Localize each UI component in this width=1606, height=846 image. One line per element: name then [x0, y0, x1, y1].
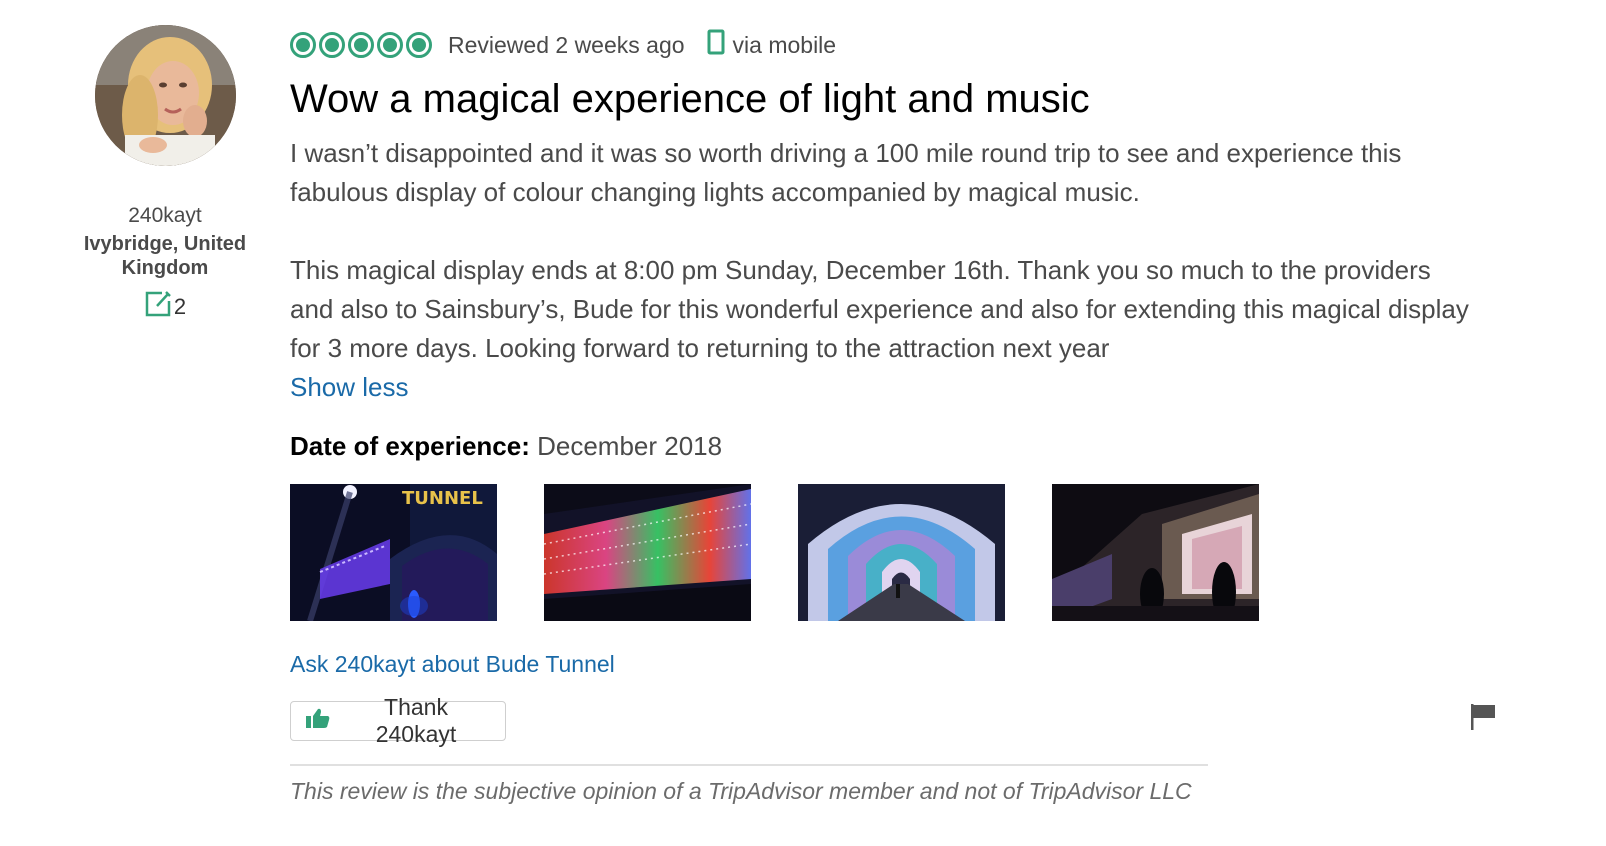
contribution-number: 2	[173, 294, 187, 319]
report-flag-icon[interactable]	[1470, 703, 1496, 736]
review-meta: Reviewed 2 weeks ago via mobile	[290, 28, 1470, 62]
date-of-experience: Date of experience: December 2018	[290, 429, 1470, 463]
review-photos: TUNNEL	[290, 484, 1470, 621]
review-photo-store-night[interactable]	[1052, 484, 1259, 621]
rating-bubble-icon	[377, 32, 403, 58]
mobile-phone-icon	[707, 29, 725, 61]
divider	[290, 764, 1208, 766]
review-photo-tunnel-entrance[interactable]: TUNNEL	[290, 484, 497, 621]
date-of-experience-label: Date of experience:	[290, 431, 530, 461]
reviewed-date: Reviewed 2 weeks ago	[448, 31, 685, 58]
rating-bubble-icon	[348, 32, 374, 58]
member-username[interactable]: 240kayt	[60, 204, 270, 228]
avatar[interactable]	[94, 25, 236, 166]
review-photo-inside-tunnel[interactable]	[798, 484, 1005, 621]
rating-bubble-icon	[319, 32, 345, 58]
review-paragraph: I wasn’t disappointed and it was so wort…	[290, 138, 1402, 207]
thumbs-up-icon	[305, 707, 331, 735]
thank-member-button[interactable]: Thank 240kayt	[290, 694, 506, 747]
ask-member-link[interactable]: Ask 240kayt about Bude Tunnel	[290, 651, 615, 678]
rating-bubbles	[290, 32, 432, 58]
rating-bubble-icon	[290, 32, 316, 58]
review-content: Reviewed 2 weeks ago via mobile Wow a ma…	[290, 28, 1470, 805]
contribution-count: 2	[60, 290, 270, 324]
rating-bubble-icon	[406, 32, 432, 58]
review-title[interactable]: Wow a magical experience of light and mu…	[290, 76, 1470, 122]
edit-note-icon	[144, 290, 172, 324]
review-disclaimer: This review is the subjective opinion of…	[290, 778, 1192, 804]
review-paragraph: This magical display ends at 8:00 pm Sun…	[290, 255, 1469, 363]
member-location: Ivybridge, United Kingdom	[83, 233, 247, 279]
thank-member-label: Thank 240kayt	[375, 694, 457, 747]
review-body: I wasn’t disappointed and it was so wort…	[290, 134, 1470, 407]
review-photo-light-wall[interactable]	[544, 484, 751, 621]
member-info: 240kayt Ivybridge, United Kingdom 2	[60, 25, 270, 324]
date-of-experience-value: December 2018	[537, 431, 723, 461]
show-less-link[interactable]: Show less	[290, 368, 1470, 407]
tunnel-sign-text: TUNNEL	[402, 488, 483, 509]
via-mobile-label: via mobile	[732, 31, 837, 58]
review-card: 240kayt Ivybridge, United Kingdom 2 Revi…	[0, 0, 1606, 846]
via-mobile: via mobile	[707, 29, 837, 61]
